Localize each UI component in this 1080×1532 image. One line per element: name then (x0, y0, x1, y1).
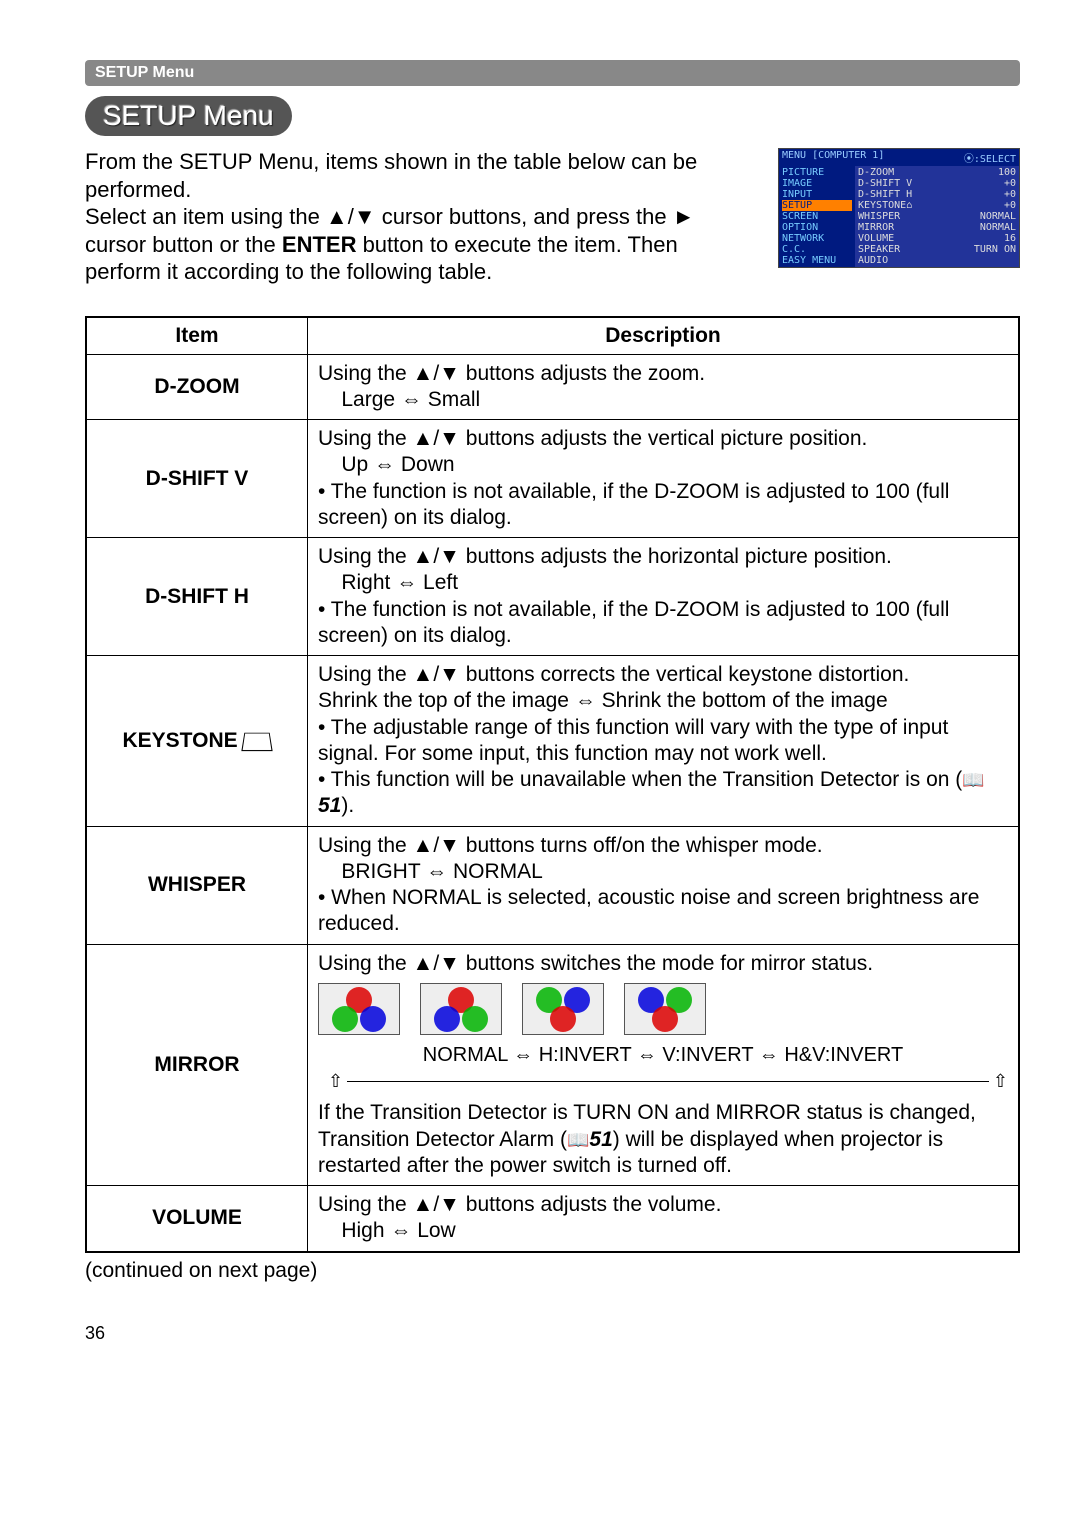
col-header-description: Description (308, 317, 1020, 355)
osd-right-row: AUDIO (858, 255, 1016, 266)
osd-left-item: EASY MENU (782, 255, 852, 266)
manual-ref-number: 51 (318, 794, 341, 817)
osd-title-left: MENU [COMPUTER 1] (782, 150, 884, 165)
mirror-diagram (318, 983, 1008, 1035)
item-name-cell: WHISPER (86, 826, 308, 944)
osd-right-row: MIRRORNORMAL (858, 222, 1016, 233)
table-row: D-SHIFT V Using the ▲/▼ buttons adjusts … (86, 420, 1019, 538)
item-name-cell: MIRROR (86, 944, 308, 1186)
intro-text: From the SETUP Menu, items shown in the … (85, 148, 758, 286)
mirror-modes-label: NORMAL ⇔ H:INVERT ⇔ V:INVERT ⇔ H&V:INVER… (318, 1043, 1008, 1068)
setup-items-table: Item Description D-ZOOM Using the ▲/▼ bu… (85, 316, 1020, 1253)
osd-left-item: SETUP (782, 200, 852, 211)
description-cell: Using the ▲/▼ buttons corrects the verti… (308, 656, 1020, 827)
section-header: SETUP Menu (85, 60, 1020, 86)
page-title: SETUP Menu (85, 96, 292, 136)
keystone-icon (242, 733, 273, 751)
description-cell: Using the ▲/▼ buttons adjusts the volume… (308, 1186, 1020, 1252)
description-cell: Using the ▲/▼ buttons adjusts the zoom. … (308, 354, 1020, 420)
osd-left-item: PICTURE (782, 167, 852, 178)
manual-ref-icon: 📖 (962, 769, 984, 792)
osd-left-item: NETWORK (782, 233, 852, 244)
table-row: KEYSTONE Using the ▲/▼ buttons corrects … (86, 656, 1019, 827)
description-cell: Using the ▲/▼ buttons switches the mode … (308, 944, 1020, 1186)
osd-right-row: WHISPERNORMAL (858, 211, 1016, 222)
item-name-cell: D-ZOOM (86, 354, 308, 420)
osd-title-right: ⦿:SELECT (964, 150, 1016, 165)
table-row: MIRROR Using the ▲/▼ buttons switches th… (86, 944, 1019, 1186)
table-row: WHISPER Using the ▲/▼ buttons turns off/… (86, 826, 1019, 944)
osd-right-row: D-SHIFT H+0 (858, 189, 1016, 200)
osd-right-row: D-SHIFT V+0 (858, 178, 1016, 189)
manual-ref-number: 51 (589, 1128, 612, 1151)
description-cell: Using the ▲/▼ buttons adjusts the horizo… (308, 538, 1020, 656)
item-name-cell: D-SHIFT H (86, 538, 308, 656)
continued-note: (continued on next page) (85, 1259, 1020, 1283)
item-name-cell: KEYSTONE (86, 656, 308, 827)
osd-left-item: C.C. (782, 244, 852, 255)
osd-right-row: SPEAKERTURN ON (858, 244, 1016, 255)
osd-left-item: SCREEN (782, 211, 852, 222)
page-number: 36 (85, 1323, 1020, 1344)
osd-menu-screenshot: MENU [COMPUTER 1] ⦿:SELECT PICTUREIMAGEI… (778, 148, 1020, 268)
table-row: D-ZOOM Using the ▲/▼ buttons adjusts the… (86, 354, 1019, 420)
manual-ref-icon: 📖 (567, 1129, 589, 1152)
col-header-item: Item (86, 317, 308, 355)
description-cell: Using the ▲/▼ buttons adjusts the vertic… (308, 420, 1020, 538)
osd-left-item: IMAGE (782, 178, 852, 189)
table-row: D-SHIFT H Using the ▲/▼ buttons adjusts … (86, 538, 1019, 656)
osd-left-item: INPUT (782, 189, 852, 200)
item-name-cell: D-SHIFT V (86, 420, 308, 538)
osd-right-row: D-ZOOM100 (858, 167, 1016, 178)
table-row: VOLUME Using the ▲/▼ buttons adjusts the… (86, 1186, 1019, 1252)
osd-right-row: VOLUME16 (858, 233, 1016, 244)
item-name-cell: VOLUME (86, 1186, 308, 1252)
description-cell: Using the ▲/▼ buttons turns off/on the w… (308, 826, 1020, 944)
osd-left-item: OPTION (782, 222, 852, 233)
osd-right-row: KEYSTONE⌂+0 (858, 200, 1016, 211)
